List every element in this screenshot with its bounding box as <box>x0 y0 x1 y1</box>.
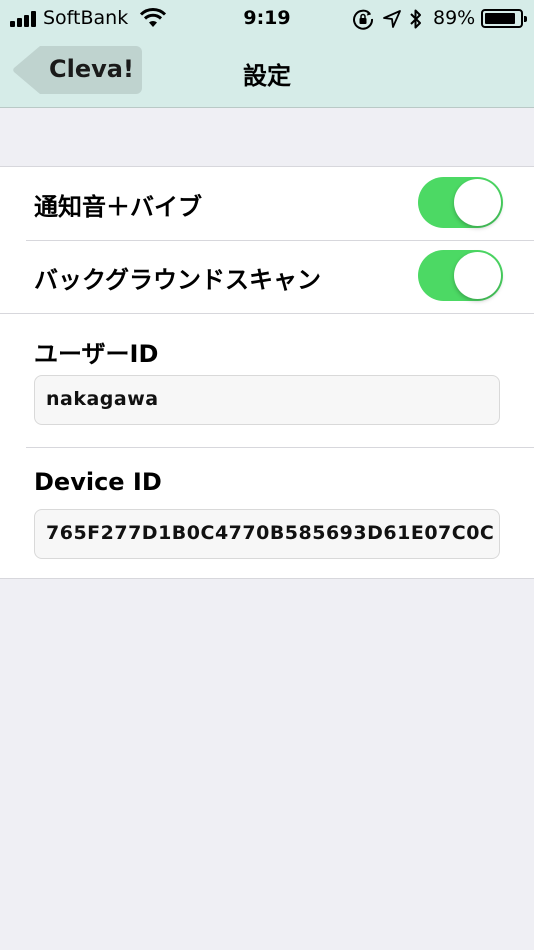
device-id-field[interactable]: 765F277D1B0C4770B585693D61E07C0C <box>34 509 500 559</box>
user-id-label: ユーザーID <box>34 340 159 368</box>
header-area: SoftBank 9:19 89% Cleva! 設定 <box>0 0 534 108</box>
background-scan-toggle[interactable] <box>418 250 503 301</box>
navigation-bar: Cleva! 設定 <box>0 38 534 108</box>
toggle-knob <box>454 252 501 299</box>
battery-percent: 89% <box>433 7 476 29</box>
user-id-row: ユーザーID nakagawa <box>0 314 534 447</box>
battery-icon <box>481 9 527 28</box>
device-id-label: Device ID <box>34 468 162 496</box>
background-scan-row: バックグラウンドスキャン <box>0 241 534 313</box>
toggle-knob <box>454 179 501 226</box>
background-scan-label: バックグラウンドスキャン <box>34 266 322 294</box>
notification-row: 通知音＋バイブ <box>0 167 534 240</box>
status-bar: SoftBank 9:19 89% <box>0 0 534 38</box>
notification-toggle[interactable] <box>418 177 503 228</box>
location-icon <box>383 10 401 28</box>
device-id-row: Device ID 765F277D1B0C4770B585693D61E07C… <box>0 448 534 579</box>
notification-label: 通知音＋バイブ <box>34 193 202 221</box>
settings-group: 通知音＋バイブ バックグラウンドスキャン ユーザーID nakagawa Dev… <box>0 166 534 579</box>
rotation-lock-icon <box>353 9 374 30</box>
bluetooth-icon <box>410 9 421 29</box>
user-id-field[interactable]: nakagawa <box>34 375 500 425</box>
page-title: 設定 <box>243 62 291 90</box>
